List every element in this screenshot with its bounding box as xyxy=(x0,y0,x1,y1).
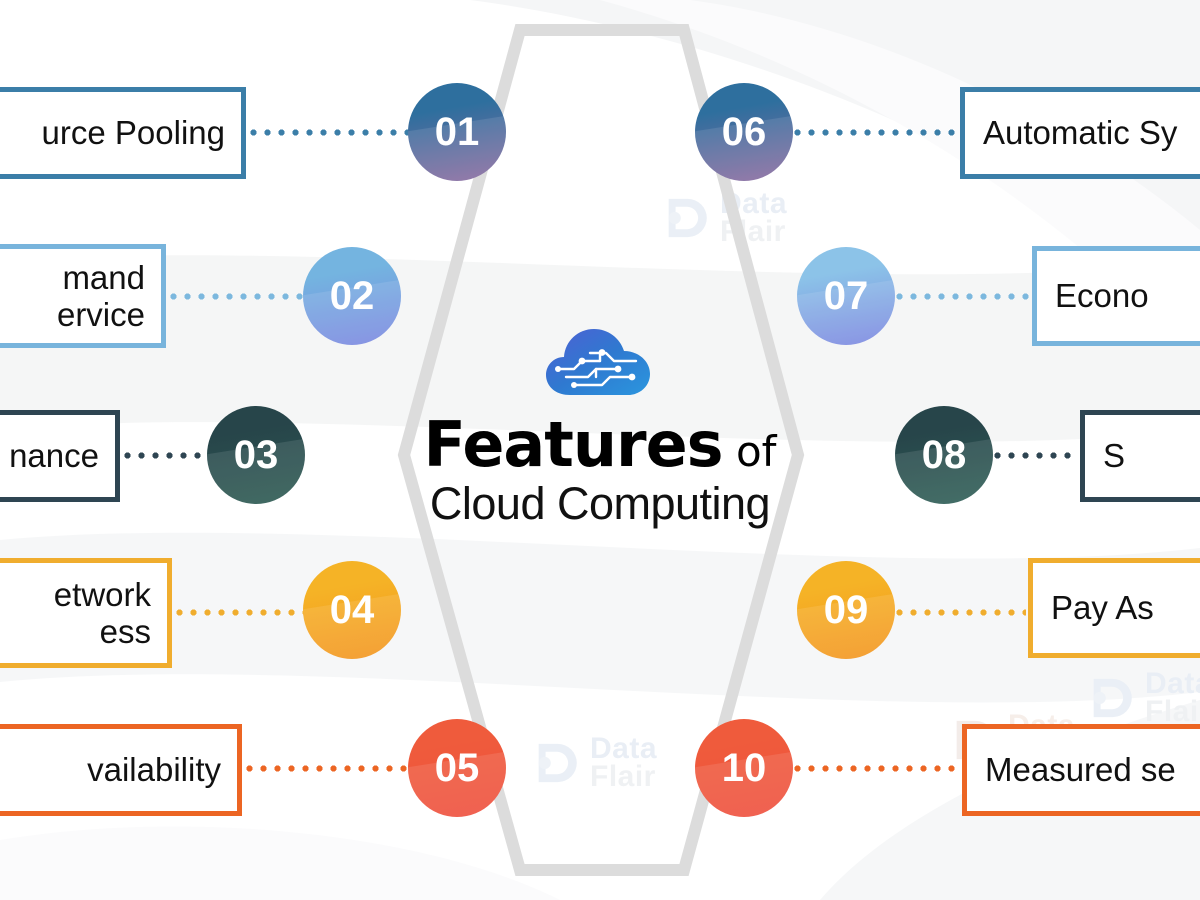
feature-label-04[interactable]: etwork ess xyxy=(0,558,172,668)
feature-node-06[interactable]: 06 xyxy=(695,83,793,181)
feature-label-02[interactable]: mand ervice xyxy=(0,244,166,348)
feature-label-06[interactable]: Automatic Sy xyxy=(960,87,1200,179)
feature-label-01[interactable]: urce Pooling xyxy=(0,87,246,179)
feature-node-08[interactable]: 08 xyxy=(895,406,993,504)
connector-01 xyxy=(250,129,410,136)
feature-label-03[interactable]: nance xyxy=(0,410,120,502)
watermark-line-1: Data xyxy=(590,732,658,765)
feature-number-text: 07 xyxy=(823,274,869,318)
center-title-block: Features of Cloud Computing xyxy=(360,325,840,532)
connector-09 xyxy=(896,609,1026,616)
feature-node-04[interactable]: 04 xyxy=(303,561,401,659)
feature-number-text: 01 xyxy=(434,110,480,154)
watermark-top: Data Flair xyxy=(660,187,788,248)
feature-label-05[interactable]: vailability xyxy=(0,724,242,816)
feature-label-text: S xyxy=(1103,436,1126,474)
feature-label-text: nance xyxy=(9,436,99,474)
watermark-bottom-left: Data Flair xyxy=(530,732,658,793)
watermark-line-2: Flair xyxy=(590,759,656,793)
connector-04 xyxy=(176,609,308,616)
watermark-line-2: Flair xyxy=(720,214,786,248)
connector-07 xyxy=(896,293,1030,300)
dataflair-logo-icon xyxy=(1093,678,1132,717)
connector-10 xyxy=(794,765,960,772)
feature-node-07[interactable]: 07 xyxy=(797,247,895,345)
feature-number-text: 10 xyxy=(721,746,767,790)
feature-number-text: 02 xyxy=(329,274,375,318)
feature-label-07[interactable]: Econo xyxy=(1032,246,1200,346)
title-connector: of xyxy=(722,427,777,476)
watermark-line-2: Flair xyxy=(1145,694,1200,728)
feature-label-09[interactable]: Pay As xyxy=(1028,558,1200,658)
feature-label-10[interactable]: Measured se xyxy=(962,724,1200,816)
feature-label-text: Automatic Sy xyxy=(983,113,1178,151)
watermark-bottom-right: Data Flair xyxy=(1085,667,1200,728)
feature-node-10[interactable]: 10 xyxy=(695,719,793,817)
feature-node-05[interactable]: 05 xyxy=(408,719,506,817)
infographic-canvas: Data Flair Data Flair Data Flair Data Fl… xyxy=(0,0,1200,900)
feature-node-09[interactable]: 09 xyxy=(797,561,895,659)
feature-number-text: 05 xyxy=(434,746,480,790)
feature-label-text: vailability xyxy=(87,750,221,788)
dataflair-logo-icon xyxy=(538,743,577,782)
title-main: Features xyxy=(423,408,724,481)
connector-06 xyxy=(794,129,958,136)
connector-02 xyxy=(170,293,308,300)
feature-label-text: Pay As xyxy=(1051,588,1154,626)
feature-node-02[interactable]: 02 xyxy=(303,247,401,345)
watermark-line-1: Data xyxy=(720,187,788,220)
feature-label-text: urce Pooling xyxy=(41,113,225,151)
feature-label-text: mand ervice xyxy=(56,258,145,333)
cloud-circuit-icon xyxy=(546,329,650,395)
feature-node-03[interactable]: 03 xyxy=(207,406,305,504)
feature-number-text: 09 xyxy=(823,588,869,632)
connector-08 xyxy=(994,452,1078,459)
feature-label-text: Measured se xyxy=(985,750,1176,788)
dataflair-logo-icon xyxy=(668,198,707,237)
feature-number-text: 08 xyxy=(921,433,967,477)
feature-number-text: 03 xyxy=(233,433,279,477)
feature-number-text: 06 xyxy=(721,110,767,154)
feature-label-text: etwork ess xyxy=(53,575,151,650)
page-subtitle: Cloud Computing xyxy=(429,478,771,530)
feature-node-01[interactable]: 01 xyxy=(408,83,506,181)
feature-number-text: 04 xyxy=(329,588,375,632)
connector-03 xyxy=(124,452,212,459)
watermark-line-1: Data xyxy=(1145,667,1200,700)
page-title: Features of xyxy=(360,413,840,476)
feature-label-text: Econo xyxy=(1055,276,1149,314)
feature-label-08[interactable]: S xyxy=(1080,410,1200,502)
connector-05 xyxy=(246,765,410,772)
